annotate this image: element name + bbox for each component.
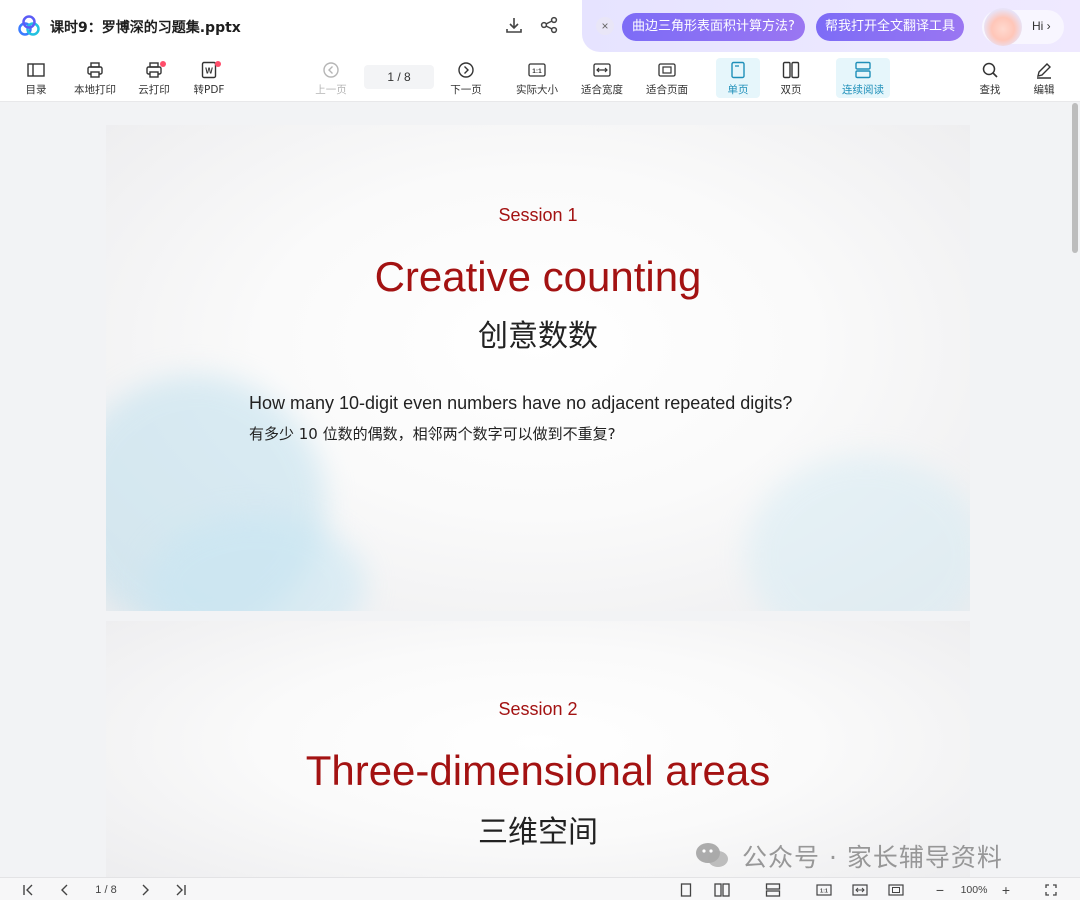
continuous-read-icon xyxy=(853,60,873,80)
to-pdf-button[interactable]: W 转PDF xyxy=(191,58,227,98)
actual-size-button[interactable]: 1:1 实际大小 xyxy=(513,58,561,98)
printer-icon xyxy=(85,60,105,80)
app-logo-icon xyxy=(18,15,40,36)
fit-width-label: 适合宽度 xyxy=(581,84,623,96)
slide-1: Session 1 Creative counting 创意数数 How man… xyxy=(106,125,970,611)
fit-width-icon[interactable] xyxy=(851,882,869,897)
next-page-label: 下一页 xyxy=(450,84,482,96)
slide-subtitle: 创意数数 xyxy=(478,319,598,354)
actual-size-label: 实际大小 xyxy=(516,84,558,96)
double-page-label: 双页 xyxy=(780,84,802,96)
fit-width-icon xyxy=(592,60,612,80)
edit-label: 编辑 xyxy=(1033,84,1055,96)
search-label: 查找 xyxy=(979,84,1001,96)
slide-session-label: Session 2 xyxy=(498,699,578,719)
document-title: 课时9：罗博深的习题集.pptx xyxy=(50,20,241,36)
watermark-text: 公众号 · 家长辅导资料 xyxy=(742,843,1003,872)
last-page-icon[interactable] xyxy=(173,882,189,897)
continuous-view-icon[interactable] xyxy=(764,882,782,897)
single-page-label: 单页 xyxy=(727,84,749,96)
fullscreen-icon[interactable] xyxy=(1042,882,1060,897)
question-chinese: 有多少 10 位数的偶数，相邻两个数字可以做到不重复? xyxy=(249,425,616,443)
wechat-icon xyxy=(696,843,728,867)
main-toolbar: 目录 本地打印 云打印 W 转PDF 上一页 1 / 8 下一页 1:1 实际大… xyxy=(0,52,1080,102)
next-page-button[interactable]: 下一页 xyxy=(448,58,484,98)
slide-session-label: Session 1 xyxy=(498,205,578,225)
prev-page-icon[interactable] xyxy=(58,882,72,897)
notification-dot xyxy=(160,61,166,67)
continuous-read-label: 连续阅读 xyxy=(842,84,884,96)
chevron-right-circle-icon xyxy=(456,60,476,80)
question-english: How many 10-digit even numbers have no a… xyxy=(249,393,793,413)
slide-title: Creative counting xyxy=(374,253,702,300)
actual-size-icon: 1:1 xyxy=(527,60,547,80)
download-icon[interactable] xyxy=(503,14,525,36)
search-button[interactable]: 查找 xyxy=(976,58,1004,98)
ai-bar-close-button[interactable]: × xyxy=(596,17,614,35)
local-print-label: 本地打印 xyxy=(74,84,116,96)
search-icon xyxy=(980,60,1000,80)
local-print-button[interactable]: 本地打印 xyxy=(72,58,118,98)
share-icon[interactable] xyxy=(538,14,560,36)
prev-page-label: 上一页 xyxy=(315,84,347,96)
word-doc-icon: W xyxy=(199,60,221,80)
fit-width-button[interactable]: 适合宽度 xyxy=(578,58,626,98)
svg-text:1:1: 1:1 xyxy=(532,68,542,75)
to-pdf-label: 转PDF xyxy=(193,84,225,96)
svg-text:W: W xyxy=(205,67,213,76)
single-page-view-icon[interactable] xyxy=(678,882,694,897)
slide-title: Three-dimensional areas xyxy=(305,747,771,794)
notification-dot xyxy=(215,61,221,67)
status-bar: 1 / 8 1:1 − 100% + xyxy=(0,877,1080,900)
fit-page-button[interactable]: 适合页面 xyxy=(643,58,691,98)
ai-suggestion-button-1[interactable]: 曲边三角形表面积计算方法? xyxy=(622,13,805,41)
double-page-button[interactable]: 双页 xyxy=(773,58,809,98)
zoom-in-button[interactable]: + xyxy=(998,882,1014,898)
fit-page-icon[interactable] xyxy=(887,882,905,897)
fit-page-label: 适合页面 xyxy=(646,84,688,96)
zoom-out-button[interactable]: − xyxy=(932,882,948,898)
vertical-scrollbar[interactable] xyxy=(1072,103,1078,253)
next-page-icon[interactable] xyxy=(138,882,152,897)
double-page-icon xyxy=(781,60,801,80)
title-bar: 课时9：罗博深的习题集.pptx × 曲边三角形表面积计算方法? 帮我打开全文翻… xyxy=(0,0,1080,52)
title-area: 课时9：罗博深的习题集.pptx xyxy=(0,0,582,52)
hi-label: Hi › xyxy=(1032,19,1051,33)
svg-text:1:1: 1:1 xyxy=(820,888,828,894)
single-page-icon xyxy=(728,60,748,80)
fit-page-icon xyxy=(657,60,677,80)
cloud-printer-icon xyxy=(144,60,166,80)
single-page-button[interactable]: 单页 xyxy=(716,58,760,98)
toc-button[interactable]: 目录 xyxy=(22,58,50,98)
page-number-input[interactable]: 1 / 8 xyxy=(364,65,434,89)
toc-label: 目录 xyxy=(25,84,47,96)
ai-assistant-bar: × 曲边三角形表面积计算方法? 帮我打开全文翻译工具 Hi › xyxy=(582,0,1080,52)
continuous-read-button[interactable]: 连续阅读 xyxy=(836,58,890,98)
first-page-icon[interactable] xyxy=(20,882,36,897)
cloud-print-label: 云打印 xyxy=(138,84,170,96)
assistant-hi-button[interactable]: Hi › xyxy=(982,8,1064,46)
actual-size-icon[interactable]: 1:1 xyxy=(815,882,833,897)
document-viewer[interactable]: Session 1 Creative counting 创意数数 How man… xyxy=(0,103,1080,877)
ai-suggestion-button-2[interactable]: 帮我打开全文翻译工具 xyxy=(816,13,964,41)
double-page-view-icon[interactable] xyxy=(713,882,731,897)
status-page-indicator[interactable]: 1 / 8 xyxy=(86,882,126,897)
assistant-avatar xyxy=(984,8,1022,46)
cloud-print-button[interactable]: 云打印 xyxy=(137,58,171,98)
zoom-level[interactable]: 100% xyxy=(954,882,994,897)
edit-button[interactable]: 编辑 xyxy=(1030,58,1058,98)
toc-icon xyxy=(26,60,46,80)
chevron-left-circle-icon xyxy=(321,60,341,80)
pencil-icon xyxy=(1034,60,1054,80)
prev-page-button[interactable]: 上一页 xyxy=(313,58,349,98)
slide-decoration xyxy=(746,455,970,611)
